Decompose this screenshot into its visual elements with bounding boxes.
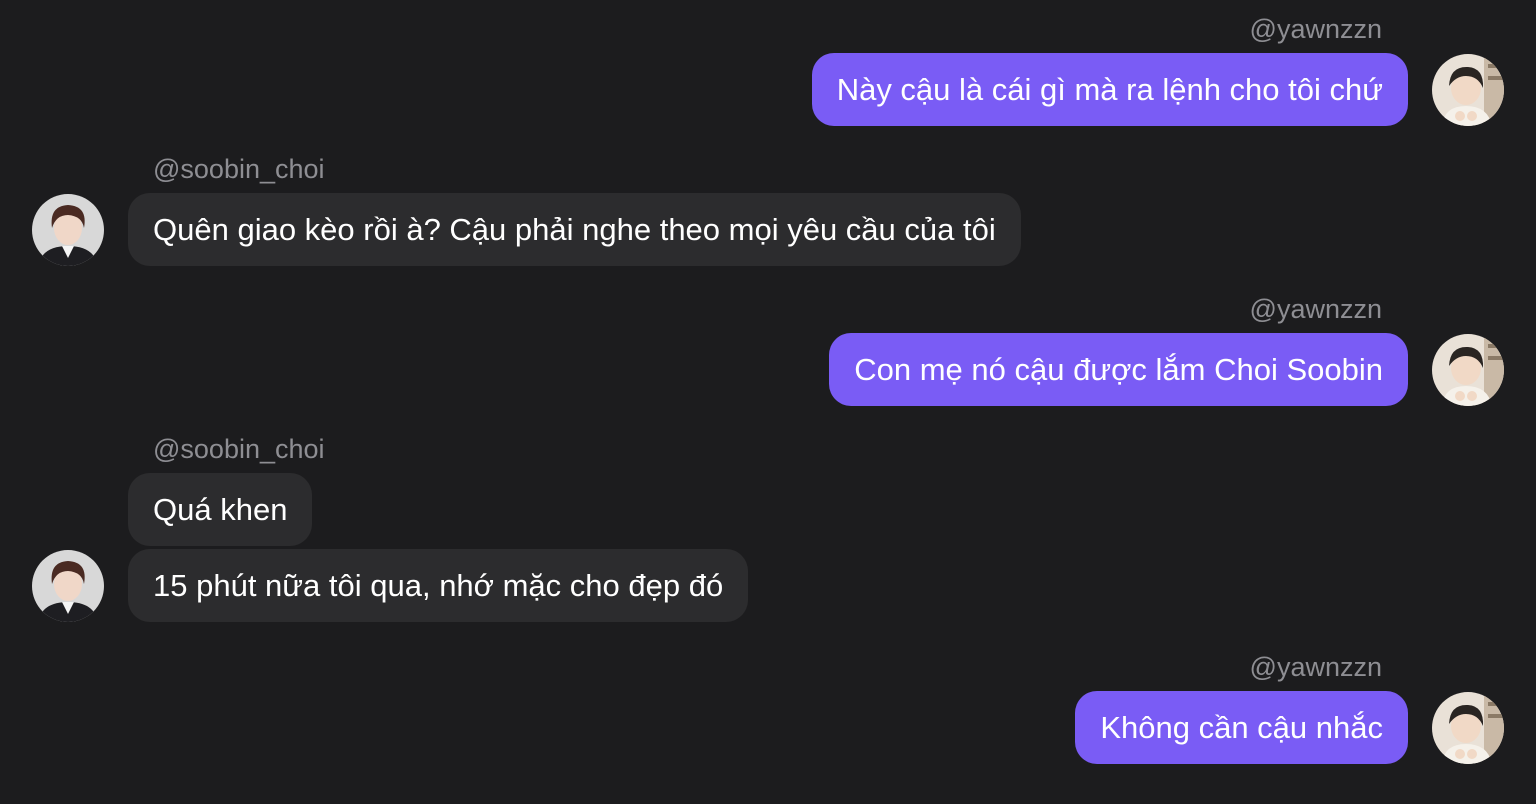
user-avatar[interactable] [32,550,104,622]
message-bubble-incoming[interactable]: 15 phút nữa tôi qua, nhớ mặc cho đẹp đó [128,549,749,622]
sender-username: @soobin_choi [153,434,325,464]
avatar-yawnzzn-icon [1432,54,1504,126]
message-bubble-outgoing[interactable]: Này cậu là cái gì mà ra lệnh cho tôi chứ [811,53,1408,126]
message-bubble-outgoing[interactable]: Con mẹ nó cậu được lắm Choi Soobin [829,333,1408,406]
message-bubble-incoming[interactable]: Quên giao kèo rồi à? Cậu phải nghe theo … [128,193,1021,266]
user-avatar[interactable] [1432,692,1504,764]
message-bubble-incoming[interactable]: Quá khen [128,473,313,546]
avatar-soobin-icon [32,550,104,622]
user-avatar[interactable] [1432,54,1504,126]
sender-username: @soobin_choi [153,154,325,184]
chat-thread: @yawnzzn Này cậu là cái gì mà ra lệnh ch… [0,0,1536,804]
sender-username: @yawnzzn [1249,294,1382,324]
avatar-yawnzzn-icon [1432,692,1504,764]
message-bubble-outgoing[interactable]: Không cần cậu nhắc [1075,691,1408,764]
sender-username: @yawnzzn [1249,14,1382,44]
user-avatar[interactable] [32,194,104,266]
user-avatar[interactable] [1432,334,1504,406]
sender-username: @yawnzzn [1249,652,1382,682]
avatar-soobin-icon [32,194,104,266]
avatar-yawnzzn-icon [1432,334,1504,406]
